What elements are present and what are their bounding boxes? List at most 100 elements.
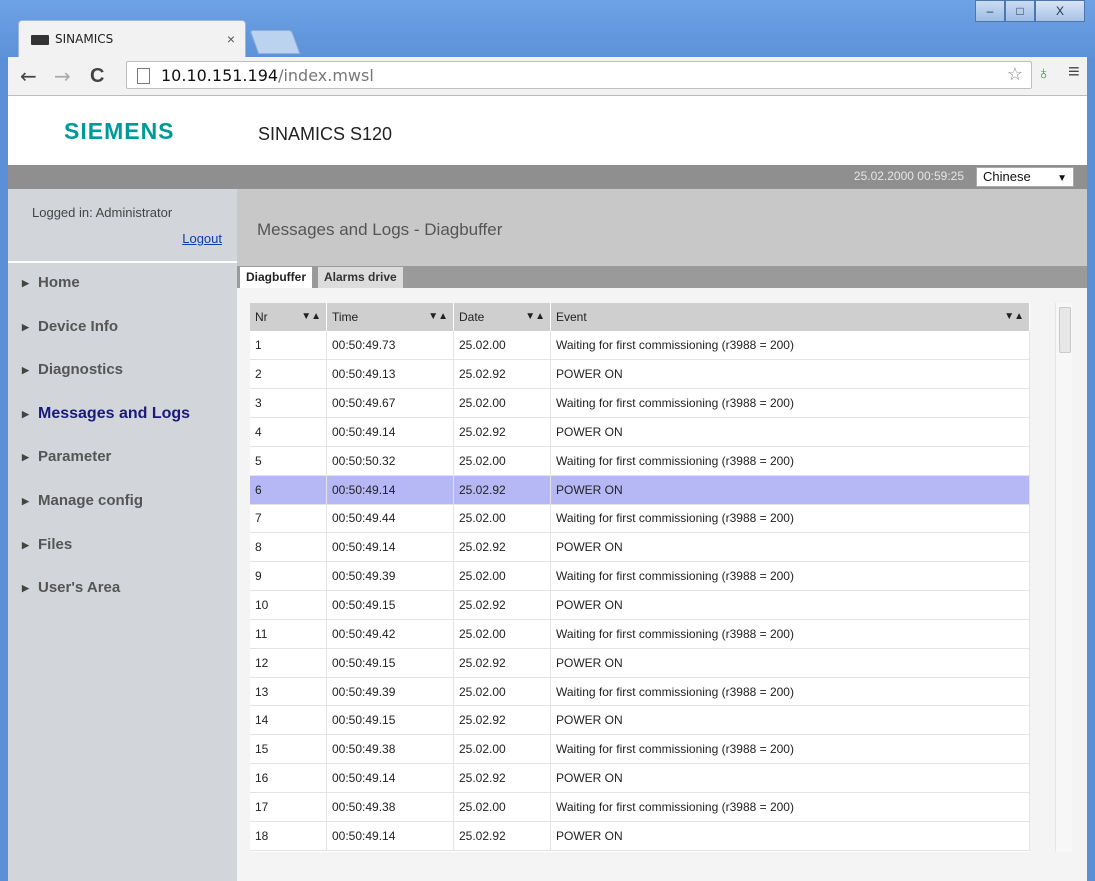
arrow-right-icon: ▶ — [22, 539, 29, 550]
table-row[interactable]: 17 00:50:49.38 25.02.00 Waiting for first c… — [250, 792, 1030, 822]
sort-icon[interactable]: ▼▲ — [428, 311, 448, 322]
tab-close-icon[interactable]: × — [227, 31, 235, 47]
close-window-button[interactable]: X — [1035, 0, 1085, 22]
sidebar-item-manage-config[interactable]: ▶ Manage config — [8, 482, 237, 526]
language-value: Chinese — [983, 169, 1031, 184]
extension-icon[interactable]: ♁ — [1037, 63, 1051, 84]
table-row[interactable]: 12 00:50:49.15 25.02.92 POWER ON — [250, 648, 1030, 678]
cell-date: 25.02.92 — [453, 590, 551, 620]
reload-icon[interactable]: C — [90, 65, 104, 88]
sidebar-item-diagnostics[interactable]: ▶ Diagnostics — [8, 351, 237, 395]
maximize-button[interactable]: □ — [1005, 0, 1035, 22]
cell-date: 25.02.00 — [453, 677, 551, 707]
cell-time: 00:50:50.32 — [326, 446, 454, 476]
favicon-icon — [31, 35, 49, 45]
diagbuffer-table-wrapper: Nr ▼▲ Time ▼▲ Date ▼▲ Event ▼▲ 1 00:50:49.73 2… — [250, 303, 1030, 852]
scrollbar-thumb[interactable] — [1059, 307, 1071, 353]
browser-tab[interactable]: SINAMICS × — [18, 20, 246, 58]
sidebar-item-messages-and-logs[interactable]: ▶ Messages and Logs — [8, 395, 237, 439]
arrow-right-icon: ▶ — [22, 452, 29, 463]
cell-time: 00:50:49.42 — [326, 619, 454, 649]
cell-event: Waiting for first commissioning (r3988 =… — [550, 561, 1030, 592]
browser-menu-icon[interactable]: ≡ — [1068, 61, 1080, 84]
table-row[interactable]: 6 00:50:49.14 25.02.92 POWER ON — [250, 475, 1030, 505]
cell-time: 00:50:49.14 — [326, 475, 454, 505]
table-row[interactable]: 1 00:50:49.73 25.02.00 Waiting for first co… — [250, 331, 1030, 361]
cell-nr: 5 — [250, 446, 327, 476]
column-label: Nr — [255, 310, 268, 324]
cell-event: Waiting for first commissioning (r3988 =… — [550, 792, 1030, 822]
table-row[interactable]: 8 00:50:49.14 25.02.92 POWER ON — [250, 532, 1030, 563]
language-select[interactable]: Chinese ▼ — [976, 167, 1074, 187]
sidebar-item-device-info[interactable]: ▶ Device Info — [8, 308, 237, 352]
cell-date: 25.02.00 — [453, 792, 551, 822]
cell-event: POWER ON — [550, 475, 1030, 505]
table-row[interactable]: 11 00:50:49.42 25.02.00 Waiting for first c… — [250, 619, 1030, 649]
column-header-event[interactable]: Event ▼▲ — [550, 303, 1030, 331]
content-tabs: Diagbuffer Alarms drive — [237, 266, 1087, 288]
cell-time: 00:50:49.15 — [326, 705, 454, 736]
arrow-right-icon: ▶ — [22, 583, 29, 594]
table-body: 1 00:50:49.73 25.02.00 Waiting for first co… — [250, 331, 1030, 851]
sidebar-item-parameter[interactable]: ▶ Parameter — [8, 438, 237, 482]
table-row[interactable]: 10 00:50:49.15 25.02.92 POWER ON — [250, 590, 1030, 620]
cell-nr: 18 — [250, 821, 327, 851]
column-label: Date — [459, 310, 485, 324]
cell-time: 00:50:49.14 — [326, 821, 454, 851]
table-row[interactable]: 14 00:50:49.15 25.02.92 POWER ON — [250, 705, 1030, 736]
column-header-date[interactable]: Date ▼▲ — [453, 303, 551, 331]
table-row[interactable]: 9 00:50:49.39 25.02.00 Waiting for first co… — [250, 561, 1030, 592]
table-row[interactable]: 15 00:50:49.38 25.02.00 Waiting for first c… — [250, 734, 1030, 765]
diagbuffer-table: Nr ▼▲ Time ▼▲ Date ▼▲ Event ▼▲ 1 00:50:49.73 2… — [250, 303, 1030, 851]
cell-time: 00:50:49.67 — [326, 388, 454, 419]
table-row[interactable]: 18 00:50:49.14 25.02.92 POWER ON — [250, 821, 1030, 851]
cell-event: Waiting for first commissioning (r3988 =… — [550, 504, 1030, 534]
column-header-nr[interactable]: Nr ▼▲ — [250, 303, 327, 331]
minimize-button[interactable]: – — [975, 0, 1005, 22]
forward-arrow-icon[interactable]: → — [54, 64, 71, 88]
cell-event: POWER ON — [550, 532, 1030, 563]
table-row[interactable]: 13 00:50:49.39 25.02.00 Waiting for first c… — [250, 677, 1030, 707]
title-box: Messages and Logs - Diagbuffer — [237, 189, 1087, 266]
table-row[interactable]: 5 00:50:50.32 25.02.00 Waiting for first co… — [250, 446, 1030, 476]
cell-time: 00:50:49.14 — [326, 532, 454, 563]
sidebar-item-files[interactable]: ▶ Files — [8, 526, 237, 570]
sidebar-item-label: Manage config — [38, 491, 144, 509]
table-scrollbar[interactable] — [1055, 303, 1072, 852]
bookmark-star-icon[interactable]: ☆ — [1007, 64, 1023, 85]
cell-date: 25.02.92 — [453, 532, 551, 563]
address-bar[interactable]: 10.10.151.194/index.mwsl ☆ — [126, 61, 1032, 89]
product-name: SINAMICS S120 — [258, 124, 393, 144]
table-row[interactable]: 7 00:50:49.44 25.02.00 Waiting for first co… — [250, 504, 1030, 534]
table-row[interactable]: 3 00:50:49.67 25.02.00 Waiting for first co… — [250, 388, 1030, 419]
table-row[interactable]: 2 00:50:49.13 25.02.92 POWER ON — [250, 359, 1030, 390]
cell-time: 00:50:49.15 — [326, 648, 454, 678]
cell-date: 25.02.00 — [453, 619, 551, 649]
tab-alarms-drive[interactable]: Alarms drive — [318, 267, 403, 288]
sort-icon[interactable]: ▼▲ — [1004, 311, 1024, 322]
page-title: Messages and Logs - Diagbuffer — [257, 220, 503, 239]
tab-diagbuffer[interactable]: Diagbuffer — [240, 267, 312, 288]
dropdown-arrow-icon: ▼ — [1057, 173, 1067, 184]
cell-date: 25.02.92 — [453, 821, 551, 851]
cell-event: Waiting for first commissioning (r3988 =… — [550, 734, 1030, 765]
arrow-right-icon: ▶ — [22, 278, 29, 288]
cell-nr: 12 — [250, 648, 327, 678]
nav-menu: ▶ Home ▶ Device Info ▶ Diagnostics ▶ Messages a… — [8, 264, 237, 613]
logout-link[interactable]: Logout — [182, 231, 222, 246]
window-controls: – □ X — [975, 0, 1085, 24]
cell-nr: 10 — [250, 590, 327, 620]
cell-date: 25.02.92 — [453, 475, 551, 505]
table-row[interactable]: 16 00:50:49.14 25.02.92 POWER ON — [250, 763, 1030, 793]
sidebar-item-home[interactable]: ▶ Home — [8, 264, 237, 308]
sort-icon[interactable]: ▼▲ — [525, 311, 545, 322]
sidebar-item-user-s-area[interactable]: ▶ User's Area — [8, 569, 237, 613]
web-page: SIEMENS SINAMICS S120 25.02.2000 00:59:2… — [8, 96, 1087, 881]
column-header-time[interactable]: Time ▼▲ — [326, 303, 454, 331]
sort-icon[interactable]: ▼▲ — [301, 311, 321, 322]
table-row[interactable]: 4 00:50:49.14 25.02.92 POWER ON — [250, 417, 1030, 447]
cell-event: POWER ON — [550, 648, 1030, 678]
arrow-right-icon: ▶ — [22, 365, 29, 376]
back-arrow-icon[interactable]: ← — [20, 64, 37, 88]
new-tab-button[interactable] — [249, 30, 301, 54]
